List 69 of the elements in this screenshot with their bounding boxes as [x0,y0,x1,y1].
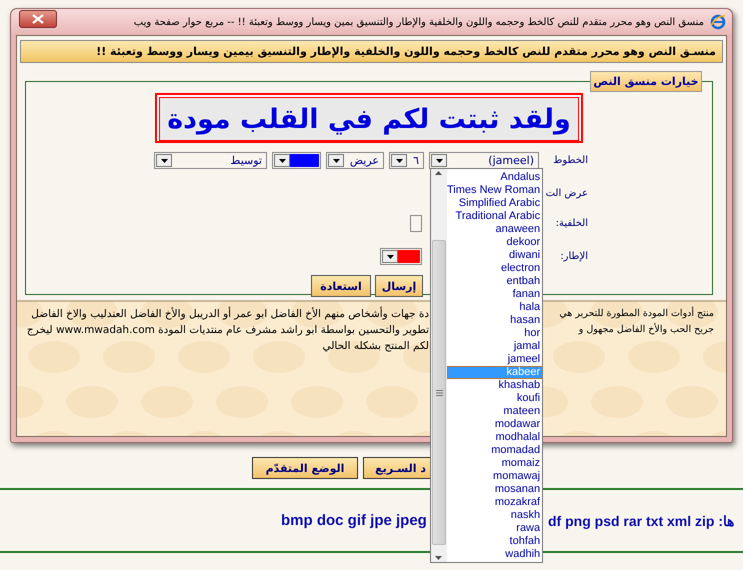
browser-icon [710,14,726,30]
scroll-down-icon[interactable] [435,556,442,560]
option-label: الخطوط [552,155,588,166]
font-option[interactable]: hor [447,327,544,340]
select-field[interactable]: ٦ [389,152,424,169]
grip-icon [436,390,442,396]
font-option[interactable]: mozakraf [447,496,544,509]
font-option[interactable]: khashab [447,379,544,392]
font-option[interactable]: jamal [447,340,544,353]
advanced-mode-button[interactable]: الوضع المتقدّم [252,457,358,479]
close-icon [32,14,44,24]
font-option[interactable]: entbah [447,275,544,288]
font-option[interactable]: mateen [447,405,544,418]
dropdown-arrow-icon [278,158,286,162]
option-label: الخلفية: [554,218,588,229]
quick-mode-button[interactable]: د السـريع [363,457,431,479]
dropdown-arrow-icon [386,254,394,258]
restore-button[interactable]: استعادة [311,275,371,297]
scrollbar[interactable] [431,169,447,562]
font-option[interactable]: Traditional Arabic [447,210,544,223]
scroll-thumb[interactable] [432,240,446,545]
select-field[interactable]: (jameel) [429,152,539,169]
description-text: لكم المنتج بشكله الحالي [321,339,429,354]
font-option[interactable]: modawar [447,418,544,431]
option-label: عرض الت [544,188,588,199]
font-option[interactable]: Andalus [447,171,544,184]
font-option[interactable]: hasan [447,314,544,327]
dropdown-arrow-icon [332,158,340,162]
options-legend[interactable]: خيارات منسق النص [590,71,702,92]
header-bar: منسـق النص وهو محرر متقدم للنص كالخط وحجمه واللون والخلفية والإطار والتنسيق بيمين ويسار ووسط وتعبئة !! [20,40,723,63]
font-option[interactable]: tohfah [447,535,544,548]
close-button[interactable] [19,10,57,28]
extensions-text: df png psd rar txt xml zip :ها [548,512,734,528]
font-option[interactable]: koufi [447,392,544,405]
font-option[interactable]: anaween [447,223,544,236]
color-select[interactable] [272,152,321,169]
font-option[interactable]: dekoor [447,236,544,249]
description-text: تطوير والتحسين بواسطة ابو راشد مشرف عام منتديات المودة www.mwadah.com ليخرج [26,323,429,338]
font-option[interactable]: rawa [447,522,544,535]
dropdown-arrow-icon [396,158,402,162]
font-option[interactable]: wadhih [447,548,544,561]
select-field[interactable]: توسيط [154,152,267,169]
font-option[interactable]: Times New Roman [447,184,544,197]
description-text: جريح الحب والأخ الفاضل مجهول و [577,322,714,337]
preview-text: ولقد ثبتت لكم في القلب مودة [159,97,579,141]
font-option[interactable]: electron [447,262,544,275]
font-option[interactable]: mosanan [447,483,544,496]
description-text: دة جهات وأشخاص منهم الأخ الفاضل ابو عمر أو الدريبل والأخ الفاضل العندليب والاخ الفاضل [30,306,429,322]
dropdown-arrow-icon [436,158,442,162]
font-option[interactable]: hala [447,301,544,314]
font-option[interactable]: momadad [447,444,544,457]
option-label: الإطار: [559,251,588,262]
select-field[interactable] [410,215,422,232]
scroll-up-icon[interactable] [435,171,442,175]
window-title: منسق النص وهو محرر متقدم للنص كالخط وحجمه واللون والخلفية والإطار والتنسيق بمين ويسار ووسط وتعبئة !! -- مربع حوار صفحة ويب [132,16,704,28]
font-option[interactable]: momaiz [447,457,544,470]
color-select[interactable] [380,248,422,265]
font-option[interactable]: naskh [447,509,544,522]
send-button[interactable]: إرسال [375,275,423,297]
description-text: منتج أدوات المودة المطورة للتحرير هي [558,306,714,321]
font-option[interactable]: modhalal [447,431,544,444]
font-option[interactable]: jameel [447,353,544,366]
extensions-text: bmp doc gif jpe jpeg [281,512,427,529]
font-option[interactable]: momawaj [447,470,544,483]
font-option[interactable]: Simplified Arabic [447,197,544,210]
dropdown-arrow-icon [160,158,168,162]
font-option[interactable]: diwani [447,249,544,262]
font-option[interactable]: fanan [447,288,544,301]
select-field[interactable]: عريض [326,152,384,169]
